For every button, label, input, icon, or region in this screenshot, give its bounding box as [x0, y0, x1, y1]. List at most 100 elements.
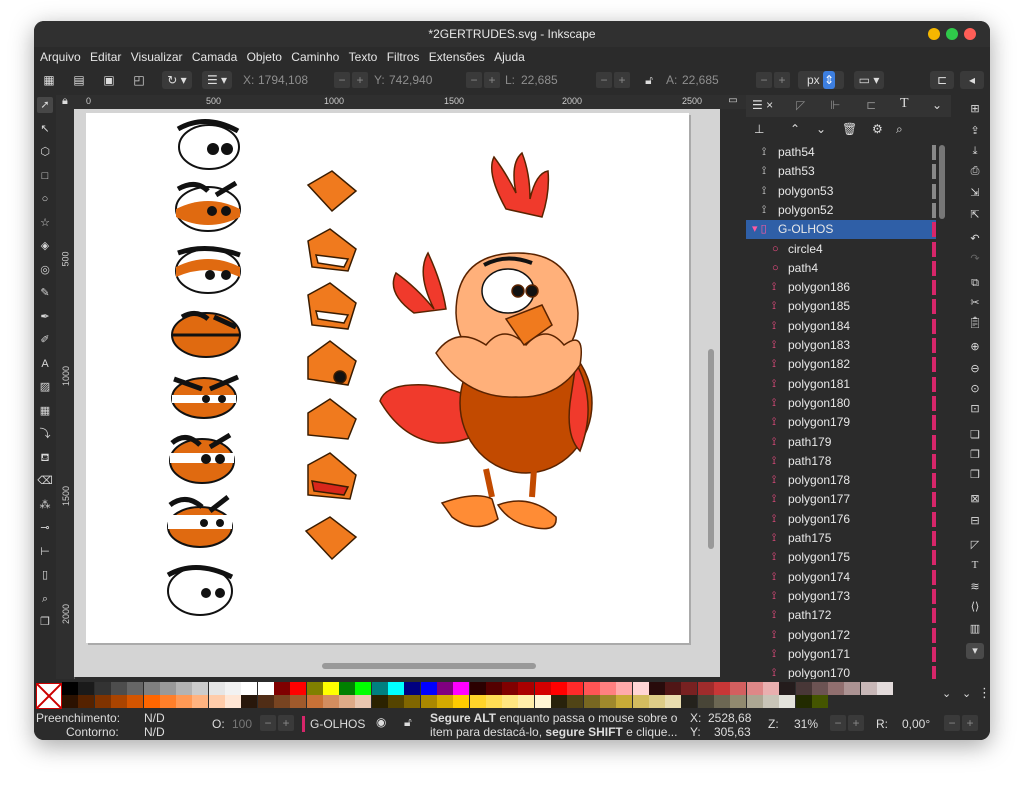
- palette-menu-icon[interactable]: ⋮: [978, 685, 990, 701]
- new-doc-icon[interactable]: ⊞: [967, 101, 983, 117]
- star-tool-icon[interactable]: ☆: [37, 215, 53, 231]
- add-layer-icon[interactable]: ⊥: [754, 122, 764, 136]
- menu-visualizar[interactable]: Visualizar: [131, 50, 183, 64]
- transform-tab-icon[interactable]: ⊏: [866, 98, 876, 112]
- palette-swatch[interactable]: [665, 695, 682, 708]
- palette-swatch[interactable]: [290, 695, 307, 708]
- group-icon[interactable]: ⊠: [967, 491, 983, 507]
- horizontal-scrollbar[interactable]: [322, 663, 536, 669]
- no-paint-swatch[interactable]: [36, 683, 62, 709]
- palette-swatch[interactable]: [665, 682, 682, 695]
- spray-tool-icon[interactable]: ⁂: [37, 497, 53, 513]
- menu-texto[interactable]: Texto: [349, 50, 378, 64]
- xml-editor-icon[interactable]: ⟨⟩: [967, 599, 983, 615]
- palette-swatch[interactable]: [420, 695, 437, 708]
- y-plus-button[interactable]: +: [484, 72, 500, 88]
- w-input[interactable]: 22,685: [521, 73, 558, 87]
- display-mode-icon[interactable]: ▭: [720, 95, 746, 109]
- x-input[interactable]: 1794,108: [258, 73, 308, 87]
- layers-tab-icon[interactable]: ☰ ×: [752, 98, 773, 112]
- stroke-value[interactable]: N/D: [144, 725, 165, 739]
- node-tool-icon[interactable]: ↖: [37, 121, 53, 137]
- canvas[interactable]: [74, 109, 720, 677]
- pen-tool-icon[interactable]: ✒: [37, 309, 53, 325]
- document-properties-icon[interactable]: ▥: [967, 621, 983, 637]
- text-font-icon[interactable]: T: [967, 557, 983, 573]
- layer-row[interactable]: ⟟ path53: [746, 162, 936, 181]
- palette-swatch[interactable]: [208, 695, 225, 708]
- menu-extensoes[interactable]: Extensões: [429, 50, 485, 64]
- palette-swatch[interactable]: [551, 695, 567, 708]
- palette-swatch[interactable]: [436, 682, 453, 695]
- palette-swatch[interactable]: [746, 695, 763, 708]
- palette-swatch[interactable]: [322, 682, 339, 695]
- palette-swatch[interactable]: [371, 695, 388, 708]
- rotation-plus-button[interactable]: +: [962, 715, 978, 731]
- layer-row[interactable]: ⟟ path172: [746, 606, 936, 625]
- layer-row[interactable]: ⟟ polygon177: [746, 490, 936, 509]
- select-all-icon[interactable]: ▦: [40, 71, 58, 89]
- layer-row[interactable]: ▾ ▯ G-OLHOS: [746, 220, 936, 240]
- layer-row[interactable]: ⟟ polygon186: [746, 278, 936, 297]
- menu-objeto[interactable]: Objeto: [247, 50, 282, 64]
- palette-swatch[interactable]: [779, 695, 796, 708]
- lock-icon[interactable]: 🔓︎: [640, 71, 658, 89]
- palette-swatch[interactable]: [534, 682, 551, 695]
- palette-swatch[interactable]: [371, 682, 388, 695]
- palette-swatch[interactable]: [567, 695, 584, 708]
- toggle-visibility-icon[interactable]: ◉: [376, 715, 386, 729]
- palette-swatch[interactable]: [502, 682, 519, 695]
- fill-value[interactable]: N/D: [144, 711, 165, 725]
- zoom-input[interactable]: 31%: [794, 717, 818, 731]
- palette-swatch[interactable]: [551, 682, 567, 695]
- minimize-button[interactable]: [928, 28, 940, 40]
- lpe-tool-icon[interactable]: ❐: [37, 614, 53, 630]
- zoom-page-icon[interactable]: ⊙: [967, 381, 983, 397]
- print-icon[interactable]: ⎙: [967, 163, 983, 179]
- menu-arquivo[interactable]: Arquivo: [40, 50, 81, 64]
- palette-swatch[interactable]: [714, 682, 730, 695]
- tweak-tool-icon[interactable]: ⬡: [37, 144, 53, 160]
- palette-swatch[interactable]: [877, 682, 893, 695]
- palette-swatch[interactable]: [208, 682, 225, 695]
- settings-icon[interactable]: ⚙: [872, 122, 883, 136]
- palette-swatch[interactable]: [746, 682, 763, 695]
- palette-swatch[interactable]: [583, 695, 600, 708]
- y-input[interactable]: 742,940: [389, 73, 432, 87]
- redo-icon[interactable]: ↷: [967, 251, 983, 267]
- palette-swatch[interactable]: [681, 695, 698, 708]
- dropper-tool-icon[interactable]: ⤵: [37, 426, 53, 442]
- palette-swatch[interactable]: [257, 682, 274, 695]
- layer-row[interactable]: ⟟ path175: [746, 529, 936, 548]
- palette-swatch[interactable]: [110, 695, 127, 708]
- move-down-icon[interactable]: ⌄: [816, 122, 826, 136]
- snap-toggle-icon[interactable]: ⊏: [930, 71, 954, 89]
- palette-swatch[interactable]: [78, 695, 95, 708]
- palette-swatch[interactable]: [339, 695, 356, 708]
- menu-ajuda[interactable]: Ajuda: [494, 50, 525, 64]
- layer-row[interactable]: ⟟ path178: [746, 452, 936, 471]
- eraser-tool-icon[interactable]: ⌫: [37, 473, 53, 489]
- maximize-button[interactable]: [946, 28, 958, 40]
- palette-swatch[interactable]: [306, 695, 323, 708]
- layer-row[interactable]: ⟟ polygon170: [746, 664, 936, 679]
- layer-row[interactable]: ⟟ polygon178: [746, 471, 936, 490]
- clone-icon[interactable]: ❐: [967, 447, 983, 463]
- rotation-input[interactable]: 0,00°: [902, 717, 930, 731]
- mesh-tool-icon[interactable]: ▦: [37, 403, 53, 419]
- paste-icon[interactable]: 📋︎: [967, 315, 983, 331]
- palette-swatch[interactable]: [143, 695, 160, 708]
- layer-row[interactable]: ⟟ polygon184: [746, 317, 936, 336]
- palette-swatch[interactable]: [388, 695, 404, 708]
- rotation-minus-button[interactable]: −: [944, 715, 960, 731]
- palette-swatch[interactable]: [632, 695, 649, 708]
- layer-row[interactable]: ⟟ polygon179: [746, 413, 936, 432]
- layer-row[interactable]: ⟟ polygon171: [746, 645, 936, 664]
- layer-row[interactable]: ⟟ polygon180: [746, 394, 936, 413]
- palette-swatch[interactable]: [176, 695, 193, 708]
- layer-row[interactable]: ⟟ polygon53: [746, 182, 936, 201]
- palette-swatch[interactable]: [420, 682, 437, 695]
- transform-options-icon[interactable]: ▭ ▾: [854, 71, 884, 89]
- palette-swatch[interactable]: [811, 695, 828, 708]
- vertical-scrollbar[interactable]: [708, 349, 714, 549]
